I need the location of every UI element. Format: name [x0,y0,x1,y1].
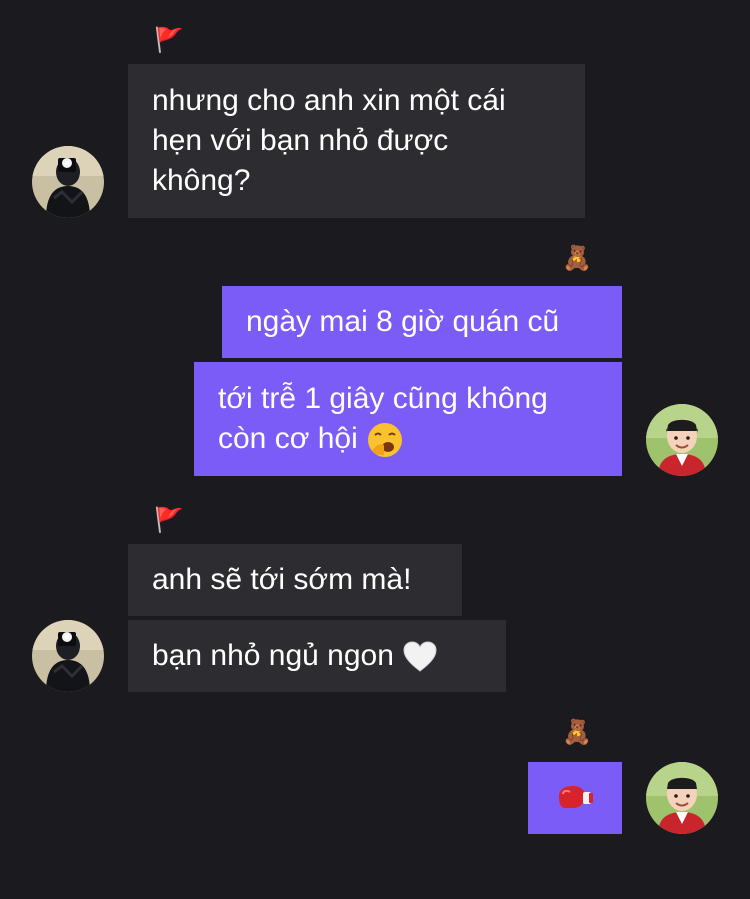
message-text: ngày mai 8 giờ quán cũ [246,305,560,338]
red-flag-marker: 🚩 [154,506,184,534]
avatar-dark-hoodie-icon [32,620,104,692]
red-flag-marker: 🚩 [154,26,184,54]
my-avatar[interactable] [646,762,718,834]
yawning-face-icon [368,423,403,458]
teddy-bear-marker: 🧸 [562,244,592,272]
message-bubble-incoming[interactable]: bạn nhỏ ngủ ngon [128,620,506,692]
message-text: nhưng cho anh xin một cái hẹn với bạn nh… [152,84,506,197]
message-text: bạn nhỏ ngủ ngon [152,636,438,676]
avatar-child-red-shirt-icon [646,762,718,834]
message-text-content: bạn nhỏ ngủ ngon [152,639,403,672]
message-text: tới trễ 1 giây cũng không còn cơ hội [218,379,548,459]
other-user-avatar[interactable] [32,620,104,692]
teddy-bear-marker: 🧸 [562,718,592,746]
message-bubble-outgoing[interactable] [528,762,622,834]
avatar-dark-hoodie-icon [32,146,104,218]
message-bubble-outgoing[interactable]: tới trễ 1 giây cũng không còn cơ hội [194,362,622,476]
my-avatar[interactable] [646,404,718,476]
message-bubble-outgoing[interactable]: ngày mai 8 giờ quán cũ [222,286,622,358]
message-text: anh sẽ tới sớm mà! [152,563,412,596]
avatar-child-red-shirt-icon [646,404,718,476]
message-bubble-incoming[interactable]: anh sẽ tới sớm mà! [128,544,462,616]
boxing-glove-icon [559,786,593,808]
message-bubble-incoming[interactable]: nhưng cho anh xin một cái hẹn với bạn nh… [128,64,585,218]
white-heart-icon [403,641,437,672]
other-user-avatar[interactable] [32,146,104,218]
